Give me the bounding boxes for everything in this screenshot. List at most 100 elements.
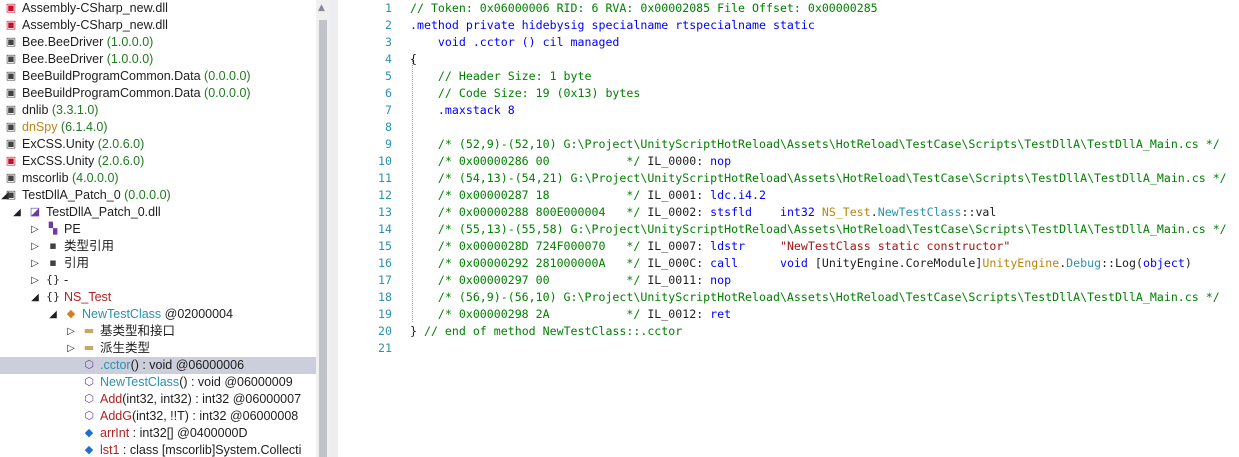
code-token: "NewTestClass static constructor": [779, 239, 1011, 253]
tree-node[interactable]: ▣ BeeBuildProgramCommon.Data (0.0.0.0): [0, 85, 316, 102]
code-token: /* (52,9)-(52,10) G:\Project\UnityScript…: [410, 137, 1220, 151]
node-name: NS_Test: [64, 290, 112, 304]
expand-arrow-icon[interactable]: ▷: [66, 323, 76, 340]
tree-node[interactable]: ◆ arrInt : int32[] @0400000D: [0, 425, 316, 442]
assembly-icon: ▣: [5, 69, 17, 82]
code-token: .method private hidebysig specialname rt…: [410, 18, 815, 32]
tree-node[interactable]: ▣ dnSpy (6.1.4.0): [0, 119, 316, 136]
line-number: 3: [385, 35, 392, 49]
code-token: UnityEngine: [982, 256, 1060, 270]
code-line[interactable]: /* 0x00000286 00 */ IL_0000: nop: [410, 153, 731, 170]
code-line[interactable]: /* (54,13)-(54,21) G:\Project\UnityScrip…: [410, 170, 1227, 187]
tree-node[interactable]: ⬡ .cctor() : void @06000006: [0, 357, 316, 374]
tree-node-label: TestDllA_Patch_0 (0.0.0.0): [22, 187, 171, 204]
tree-node-label: ExCSS.Unity (2.0.6.0): [22, 136, 144, 153]
assembly-icon: ▣: [5, 103, 17, 116]
scroll-up-arrow-icon[interactable]: ▲: [318, 3, 325, 13]
node-name: Bee.BeeDriver: [22, 35, 104, 49]
folder-icon: ▬: [83, 341, 95, 354]
code-line[interactable]: /* 0x00000298 2A */ IL_0012: ret: [410, 306, 731, 323]
code-line[interactable]: // Code Size: 19 (0x13) bytes: [410, 85, 640, 102]
node-detail: : class [mscorlib]System.Collecti: [119, 443, 302, 457]
node-name: arrInt: [100, 426, 130, 440]
tree-node-label: Assembly-CSharp_new.dll: [22, 0, 168, 17]
tree-node[interactable]: ⬡ NewTestClass() : void @06000009: [0, 374, 316, 391]
code-line[interactable]: {: [410, 51, 417, 68]
scrollbar-thumb[interactable]: [319, 20, 327, 457]
code-line[interactable]: .method private hidebysig specialname rt…: [410, 17, 815, 34]
tree-node-label: Bee.BeeDriver (1.0.0.0): [22, 34, 153, 51]
tree-node-label: NS_Test: [64, 289, 111, 306]
tree-node[interactable]: ▣ Assembly-CSharp_new.dll: [0, 17, 316, 34]
code-token: ret: [710, 307, 732, 321]
node-detail: (int32, !!T) : int32 @06000008: [131, 409, 299, 423]
tree-vertical-scrollbar[interactable]: ▲: [316, 0, 330, 457]
node-name: 类型引用: [64, 239, 115, 253]
code-line[interactable]: /* 0x00000287 18 */ IL_0001: ldc.i4.2: [410, 187, 766, 204]
expand-arrow-icon[interactable]: ▷: [30, 255, 40, 272]
expand-arrow-icon[interactable]: ▷: [66, 340, 76, 357]
tree-node[interactable]: ◢ {} NS_Test: [0, 289, 316, 306]
tree-node[interactable]: ▷ {} -: [0, 272, 316, 289]
tree-node[interactable]: ▷ ▪ 类型引用: [0, 238, 316, 255]
tree-node[interactable]: ▷ ▪ 引用: [0, 255, 316, 272]
collapse-arrow-icon[interactable]: ◢: [48, 306, 58, 323]
code-line[interactable]: /* 0x00000297 00 */ IL_0011: nop: [410, 272, 731, 289]
code-line[interactable]: // Header Size: 1 byte: [410, 68, 592, 85]
tree-node[interactable]: ⬡ Add(int32, int32) : int32 @06000007: [0, 391, 316, 408]
node-detail: () : void @06000009: [179, 375, 293, 389]
line-number: 12: [378, 188, 392, 202]
code-token: IL_0011:: [647, 273, 711, 287]
code-line[interactable]: /* (55,13)-(55,58) G:\Project\UnityScrip…: [410, 221, 1227, 238]
code-line[interactable]: void .cctor () cil managed: [410, 34, 620, 51]
tree-node[interactable]: ▷ ▚ PE: [0, 221, 316, 238]
tree-node[interactable]: ▣ Bee.BeeDriver (1.0.0.0): [0, 51, 316, 68]
line-number: 11: [378, 171, 392, 185]
tree-node[interactable]: ◆ lst1 : class [mscorlib]System.Collecti: [0, 442, 316, 457]
expand-arrow-icon[interactable]: ▷: [30, 221, 40, 238]
tree-node[interactable]: ▣ Bee.BeeDriver (1.0.0.0): [0, 34, 316, 51]
tree-node[interactable]: ▷ ▬ 基类型和接口: [0, 323, 316, 340]
expand-arrow-icon[interactable]: ▷: [30, 272, 40, 289]
code-line[interactable]: /* (52,9)-(52,10) G:\Project\UnityScript…: [410, 136, 1220, 153]
il-code-view[interactable]: 1 2 3 4 5 6 7 8 9 10 11 12 13 14 15 16 17 18 19 20 21// Toke…: [338, 0, 1239, 457]
node-name: Add: [100, 392, 123, 406]
tree-node[interactable]: ⬡ AddG(int32, !!T) : int32 @06000008: [0, 408, 316, 425]
node-name: Assembly-CSharp_new.dll: [22, 1, 168, 15]
node-name: 基类型和接口: [100, 324, 176, 338]
tree-node[interactable]: ▣ mscorlib (4.0.0.0): [0, 170, 316, 187]
tree-node[interactable]: ▣ BeeBuildProgramCommon.Data (0.0.0.0): [0, 68, 316, 85]
code-token: IL_0012:: [647, 307, 711, 321]
collapse-arrow-icon[interactable]: ◢: [30, 289, 40, 306]
tree-node[interactable]: ▣ Assembly-CSharp_new.dll: [0, 0, 316, 17]
line-number: 8: [385, 120, 392, 134]
tree-node[interactable]: ▣ dnlib (3.3.1.0): [0, 102, 316, 119]
code-line[interactable]: /* 0x0000028D 724F000070 */ IL_0007: lds…: [410, 238, 1010, 255]
references-icon: ▪: [49, 239, 57, 252]
node-name: dnlib: [22, 103, 49, 117]
code-token: // Token: 0x06000006 RID: 6 RVA: 0x00002…: [410, 1, 878, 15]
method-icon: ⬡: [84, 375, 94, 388]
tree-node[interactable]: ▣ ExCSS.Unity (2.0.6.0): [0, 153, 316, 170]
method-icon: ⬡: [84, 409, 94, 422]
tree-node[interactable]: ◢ ▣ TestDllA_Patch_0 (0.0.0.0): [0, 187, 316, 204]
pane-splitter[interactable]: [330, 0, 338, 457]
tree-node-label: .cctor() : void @06000006: [100, 357, 244, 374]
tree-node[interactable]: ▣ ExCSS.Unity (2.0.6.0): [0, 136, 316, 153]
line-number: 2: [385, 18, 392, 32]
tree-node[interactable]: ◢ ◪ TestDllA_Patch_0.dll: [0, 204, 316, 221]
line-number: 9: [385, 137, 392, 151]
code-line[interactable]: .maxstack 8: [410, 102, 515, 119]
code-line[interactable]: /* 0x00000288 800E000004 */ IL_0002: sts…: [410, 204, 996, 221]
assembly-explorer-tree[interactable]: ▣ Assembly-CSharp_new.dll ▣ Assembly-CSharp…: [0, 0, 316, 457]
code-token: /* 0x00000287 18 */: [410, 188, 648, 202]
code-line[interactable]: /* (56,9)-(56,10) G:\Project\UnityScript…: [410, 289, 1220, 306]
node-name: BeeBuildProgramCommon.Data: [22, 69, 201, 83]
tree-node[interactable]: ◢ ◆ NewTestClass @02000004: [0, 306, 316, 323]
code-line[interactable]: // Token: 0x06000006 RID: 6 RVA: 0x00002…: [410, 0, 878, 17]
code-line[interactable]: } // end of method NewTestClass::.cctor: [410, 323, 682, 340]
expand-arrow-icon[interactable]: ▷: [30, 238, 40, 255]
code-line[interactable]: /* 0x00000292 281000000A */ IL_000C: cal…: [410, 255, 1192, 272]
collapse-arrow-icon[interactable]: ◢: [12, 204, 22, 221]
tree-node[interactable]: ▷ ▬ 派生类型: [0, 340, 316, 357]
